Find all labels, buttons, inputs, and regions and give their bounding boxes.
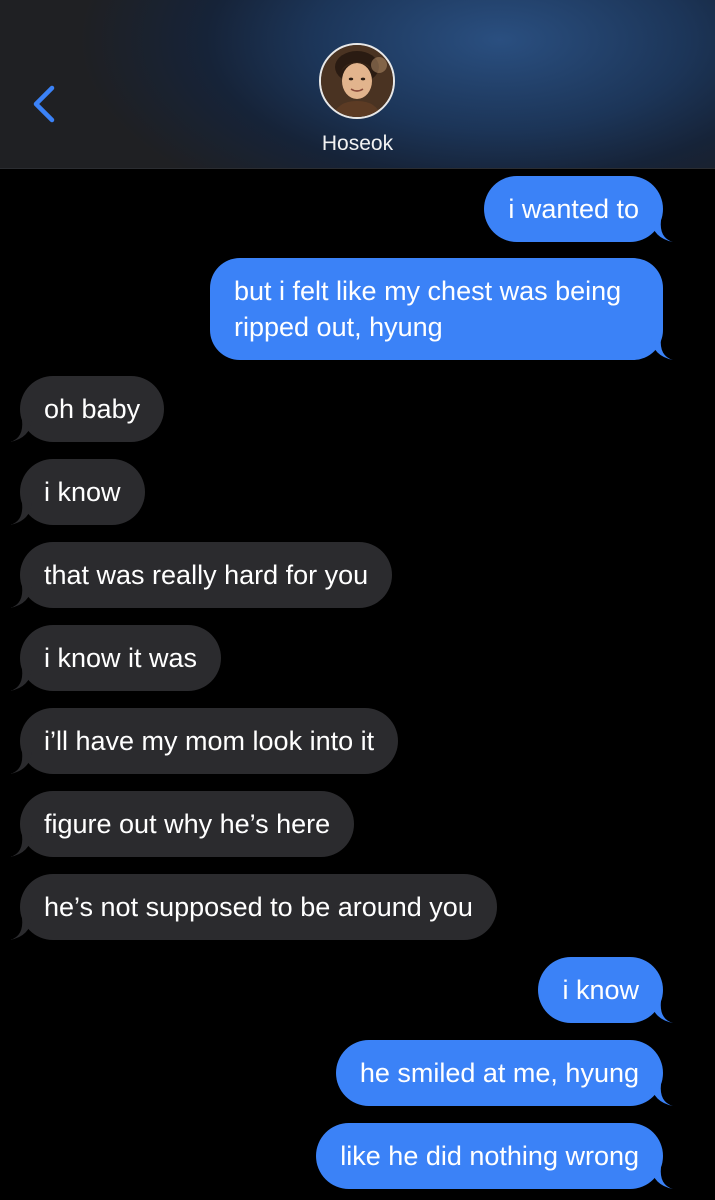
message-text: that was really hard for you <box>44 560 369 590</box>
message-bubble-sent[interactable]: i know <box>538 957 673 1023</box>
message-text: figure out why he’s here <box>44 809 331 839</box>
message-text: i know it was <box>44 643 198 673</box>
message-bubble-sent[interactable]: like he did nothing wrong <box>316 1123 673 1189</box>
message-bubble-received[interactable]: i know it was <box>10 625 222 691</box>
message-text: but i felt like my chest was being rippe… <box>234 276 622 342</box>
message-bubble-received[interactable]: he’s not supposed to be around you <box>10 874 497 940</box>
message-bubble-received[interactable]: that was really hard for you <box>10 542 393 608</box>
message-bubble-received[interactable]: oh baby <box>10 376 165 442</box>
message-bubble-sent[interactable]: but i felt like my chest was being rippe… <box>210 258 673 360</box>
message-text: like he did nothing wrong <box>340 1141 639 1171</box>
message-bubble-received[interactable]: figure out why he’s here <box>10 791 355 857</box>
message-bubble-sent[interactable]: i wanted to <box>484 176 673 242</box>
message-bubble-sent[interactable]: he smiled at me, hyung <box>335 1040 673 1106</box>
message-text: i know <box>44 477 121 507</box>
message-bubble-received[interactable]: i’ll have my mom look into it <box>10 708 399 774</box>
message-text: oh baby <box>44 394 141 424</box>
message-text: i wanted to <box>508 194 639 224</box>
message-text: i know <box>562 975 639 1005</box>
message-text: he’s not supposed to be around you <box>44 892 473 922</box>
message-list: i wanted to but i felt like my chest was… <box>0 0 715 1200</box>
message-bubble-received[interactable]: i know <box>10 459 145 525</box>
message-text: he smiled at me, hyung <box>359 1058 639 1088</box>
message-text: i’ll have my mom look into it <box>44 726 375 756</box>
